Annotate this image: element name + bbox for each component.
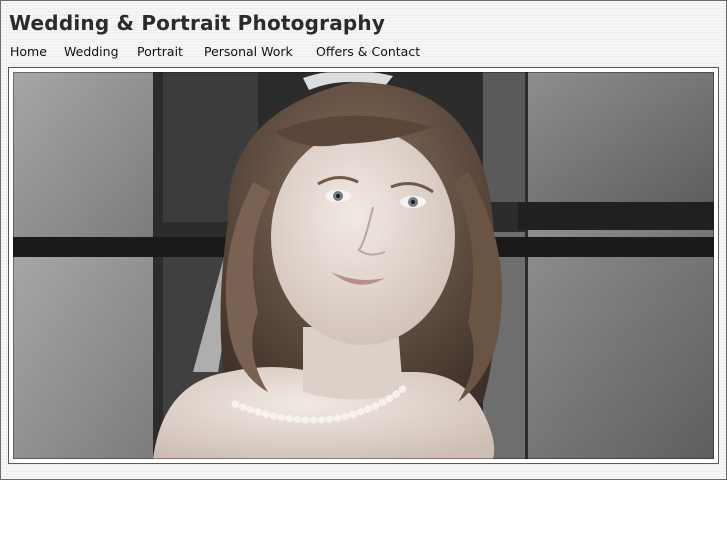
hero-photo-frame [8,67,719,464]
nav-link-offers-contact[interactable]: Offers & Contact [316,43,420,61]
nav-link-wedding[interactable]: Wedding [64,43,119,61]
nav-link-home[interactable]: Home [10,43,47,61]
site-title: Wedding & Portrait Photography [9,11,386,35]
hero-photo [13,72,714,459]
nav-link-portrait[interactable]: Portrait [137,43,183,61]
nav-link-personal-work[interactable]: Personal Work [204,43,293,61]
site-container: Wedding & Portrait Photography Home Wedd… [0,0,727,480]
bridal-portrait-photo-icon [13,72,714,459]
